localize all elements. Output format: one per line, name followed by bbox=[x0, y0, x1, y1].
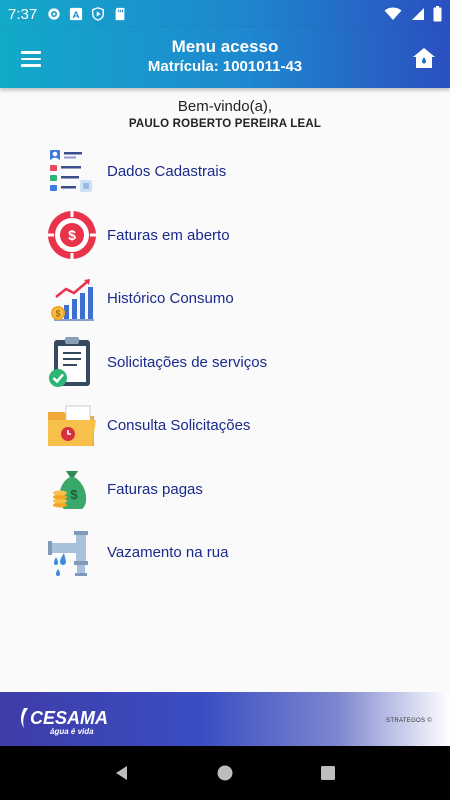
menu-item-consulta-solicitacoes[interactable]: Consulta Solicitações bbox=[44, 394, 424, 458]
status-bar: 7:37 A bbox=[0, 0, 450, 28]
user-name: PAULO ROBERTO PEREIRA LEAL bbox=[128, 118, 322, 130]
dollar-target-icon: $ bbox=[46, 209, 98, 262]
wifi-icon bbox=[384, 7, 402, 20]
a-icon: A bbox=[70, 7, 83, 21]
footer-credit: STRATEGOS © bbox=[386, 718, 432, 724]
folder-clock-icon bbox=[48, 405, 96, 446]
page-title: Menu acesso bbox=[171, 37, 279, 56]
back-icon bbox=[115, 766, 127, 780]
menu-list: Dados Cadastrais $ Faturas em aberto $ H… bbox=[44, 140, 424, 585]
svg-text:$: $ bbox=[68, 227, 76, 243]
menu-item-label: Solicitações de serviços bbox=[107, 353, 268, 371]
clipboard-check-icon bbox=[49, 337, 90, 388]
menu-item-label: Faturas em aberto bbox=[107, 226, 230, 244]
welcome-section: Bem-vindo(a), PAULO ROBERTO PEREIRA LEAL bbox=[0, 98, 450, 130]
play-shield-icon bbox=[92, 7, 105, 21]
menu-item-dados-cadastrais[interactable]: Dados Cadastrais bbox=[44, 140, 424, 204]
svg-text:CESAMA: CESAMA bbox=[30, 708, 108, 728]
gear-icon bbox=[48, 8, 60, 20]
menu-item-historico-consumo[interactable]: $ Histórico Consumo bbox=[44, 267, 424, 331]
system-nav-bar bbox=[0, 746, 450, 800]
menu-item-faturas-pagas[interactable]: $ Faturas pagas bbox=[44, 458, 424, 522]
menu-item-solicitacoes-de-servicos[interactable]: Solicitações de serviços bbox=[44, 331, 424, 395]
profile-list-icon bbox=[50, 149, 92, 192]
money-bag-icon: $ bbox=[53, 471, 87, 510]
footer-banner: CESAMA água é vida STRATEGOS © bbox=[0, 692, 450, 746]
growth-chart-icon: $ bbox=[51, 278, 94, 321]
cesama-logo: CESAMA água é vida bbox=[21, 708, 108, 736]
menu-item-label: Faturas pagas bbox=[107, 480, 203, 498]
status-time: 7:37 bbox=[8, 5, 38, 23]
battery-icon bbox=[433, 6, 442, 22]
svg-text:água é vida: água é vida bbox=[50, 727, 94, 736]
app-bar: Menu acesso Matrícula: 1001011-43 bbox=[0, 28, 450, 88]
menu-item-label: Dados Cadastrais bbox=[107, 163, 227, 181]
home-circle-icon bbox=[217, 765, 233, 781]
home-icon[interactable] bbox=[410, 44, 438, 72]
menu-item-vazamento-na-rua[interactable]: Vazamento na rua bbox=[44, 521, 424, 585]
menu-item-label: Consulta Solicitações bbox=[107, 417, 251, 435]
svg-text:$: $ bbox=[55, 308, 60, 318]
registration-number: Matrícula: 1001011-43 bbox=[147, 58, 303, 75]
nav-home-button[interactable] bbox=[213, 761, 237, 785]
svg-text:A: A bbox=[73, 10, 80, 21]
recents-icon bbox=[321, 766, 336, 780]
welcome-greeting: Bem-vindo(a), bbox=[177, 98, 273, 115]
leaking-pipe-icon bbox=[48, 530, 88, 576]
menu-item-faturas-em-aberto[interactable]: $ Faturas em aberto bbox=[44, 204, 424, 268]
nav-back-button[interactable] bbox=[110, 761, 134, 785]
svg-text:$: $ bbox=[70, 487, 78, 502]
nav-recents-button[interactable] bbox=[316, 761, 340, 785]
sd-card-icon bbox=[115, 7, 125, 21]
menu-item-label: Histórico Consumo bbox=[107, 290, 234, 308]
menu-item-label: Vazamento na rua bbox=[107, 544, 229, 562]
signal-icon bbox=[412, 8, 424, 20]
